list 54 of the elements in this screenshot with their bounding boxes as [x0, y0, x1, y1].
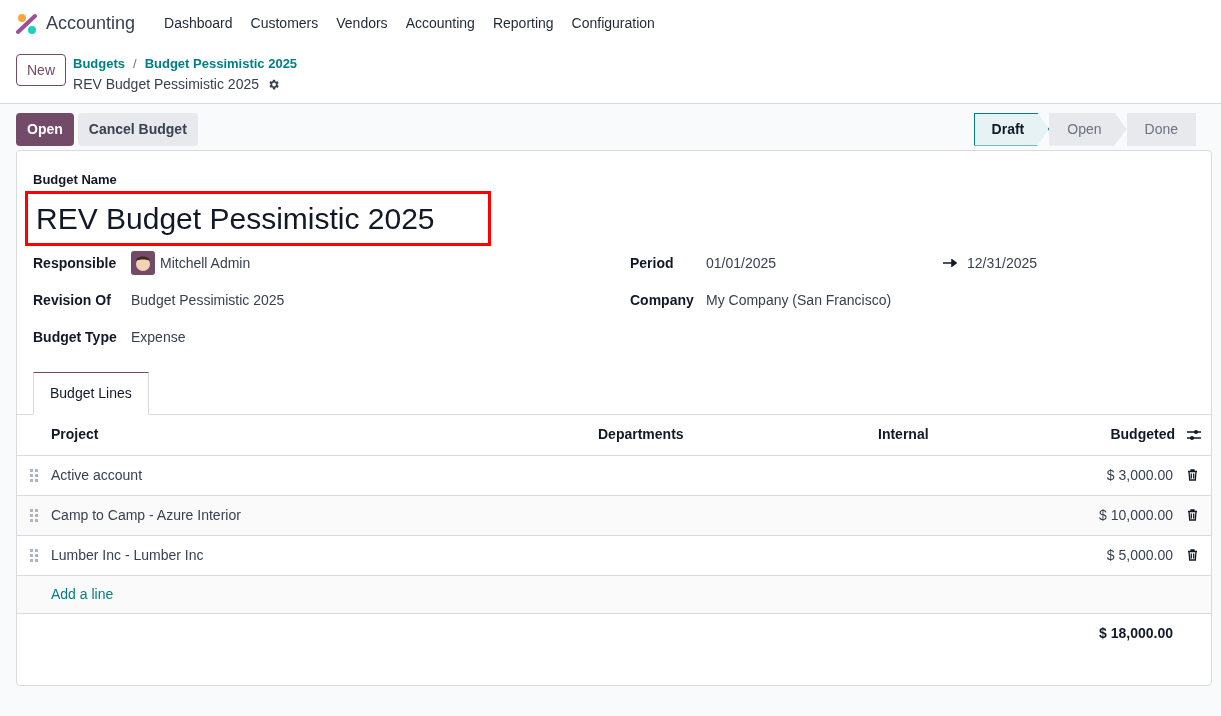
table-cell-text: Active account — [51, 465, 144, 485]
nav-menu-item[interactable]: Dashboard — [155, 13, 242, 34]
action-button[interactable]: Open — [16, 112, 74, 146]
table-cell-text: $ 10,000.00 — [1099, 505, 1173, 525]
breadcrumb-link[interactable]: Budgets — [73, 54, 125, 74]
drag-handle-icon[interactable] — [30, 548, 38, 562]
trash-icon[interactable] — [1186, 549, 1198, 561]
breadcrumb-separator: / — [133, 55, 137, 73]
nav-menu-item[interactable]: Vendors — [327, 13, 397, 34]
field-value[interactable]: Budget Pessimistic 2025 — [131, 289, 285, 311]
field-label: Company — [630, 290, 695, 310]
column-header[interactable]: Project — [17, 424, 598, 445]
breadcrumb-link[interactable]: Budget Pessimistic 2025 — [144, 54, 298, 74]
column-settings-icon[interactable] — [1187, 428, 1201, 441]
column-header[interactable]: Internal — [878, 424, 978, 445]
status-step[interactable]: Draft — [973, 112, 1050, 146]
arrow-right-icon — [943, 259, 957, 267]
field-label: Period — [630, 253, 675, 273]
field-value[interactable]: Expense — [131, 326, 186, 348]
field-value[interactable]: My Company (San Francisco) — [706, 289, 892, 311]
column-header[interactable]: Budgeted — [978, 424, 1175, 445]
trash-icon[interactable] — [1186, 469, 1198, 481]
avatar-icon — [131, 251, 155, 275]
table-cell-text: $ 5,000.00 — [1106, 545, 1173, 565]
budget-name-field[interactable]: REV Budget Pessimistic 2025 — [25, 190, 491, 246]
add-line-link[interactable]: Add a line — [17, 583, 114, 605]
field-label: Budget Name — [33, 171, 118, 189]
settings-icon[interactable] — [267, 77, 280, 91]
table-cell-text: Camp to Camp - Azure Interior — [51, 505, 242, 525]
date-field[interactable]: 12/31/2025 — [967, 252, 1038, 274]
current-record-title: REV Budget Pessimistic 2025 — [73, 74, 259, 94]
drag-handle-icon[interactable] — [30, 468, 38, 482]
table-cell-text: $ 3,000.00 — [1106, 465, 1173, 485]
app-logo-icon[interactable] — [16, 12, 38, 35]
status-step[interactable]: Done — [1126, 112, 1196, 146]
total-amount: $ 18,000.00 — [1099, 624, 1173, 643]
field-label: Budget Type — [33, 327, 118, 347]
column-header[interactable]: Departments — [598, 424, 878, 445]
field-label: Revision Of — [33, 290, 112, 310]
field-value[interactable]: Mitchell Admin — [160, 252, 251, 274]
nav-menu-item[interactable]: Configuration — [562, 13, 664, 34]
action-button[interactable]: Cancel Budget — [77, 112, 198, 146]
nav-menu-item[interactable]: Reporting — [483, 13, 563, 34]
app-name[interactable]: Accounting — [46, 10, 136, 37]
new-button[interactable]: New — [16, 54, 66, 86]
drag-handle-icon[interactable] — [30, 508, 38, 522]
nav-menu-item[interactable]: Accounting — [396, 13, 484, 34]
tab[interactable]: Budget Lines — [33, 371, 149, 415]
trash-icon[interactable] — [1186, 509, 1198, 521]
table-cell-text: Lumber Inc - Lumber Inc — [51, 545, 205, 565]
field-label: Responsible — [33, 253, 118, 273]
nav-menu-item[interactable]: Customers — [241, 13, 328, 34]
status-step[interactable]: Open — [1049, 112, 1127, 146]
date-field[interactable]: 01/01/2025 — [706, 252, 943, 274]
